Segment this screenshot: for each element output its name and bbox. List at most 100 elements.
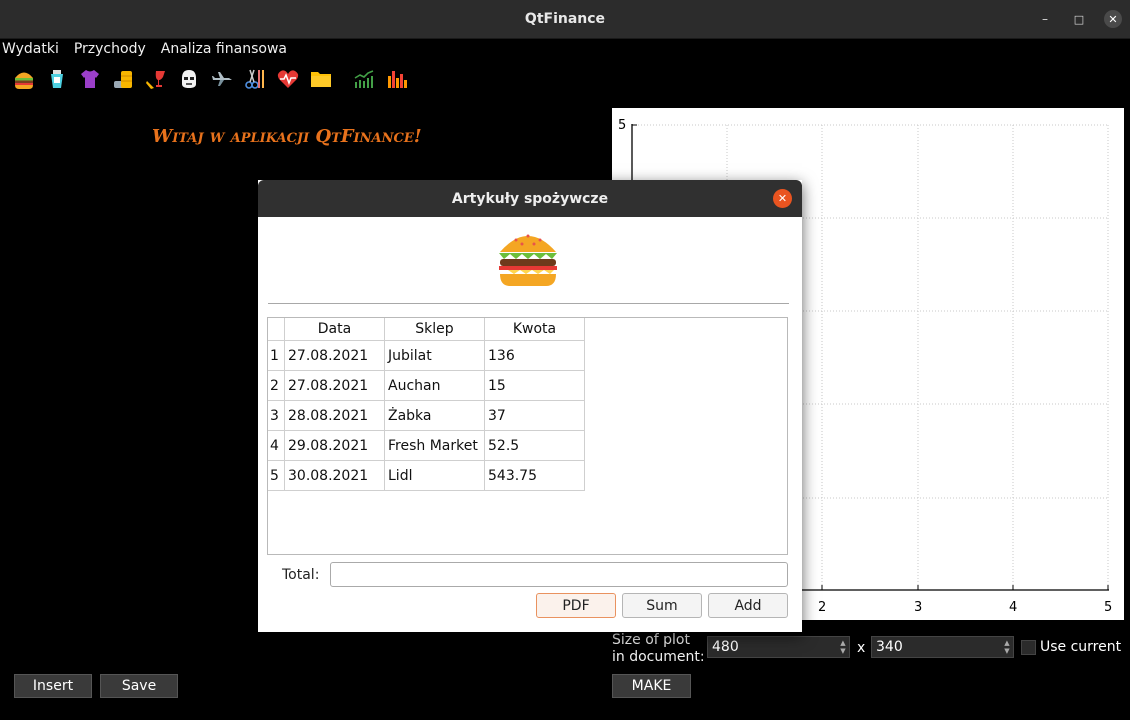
cell-date[interactable]: 28.08.2021 <box>284 400 385 431</box>
pdf-button[interactable]: PDF <box>536 593 616 618</box>
scissors-icon <box>245 69 264 89</box>
table-row[interactable]: 1 27.08.2021 Jubilat 136 <box>268 340 585 371</box>
toolbar-travel-button[interactable] <box>208 65 236 93</box>
menu-wydatki[interactable]: Wydatki <box>0 41 66 57</box>
make-button[interactable]: MAKE <box>612 674 691 698</box>
row-header[interactable]: 3 <box>268 400 285 431</box>
cell-date[interactable]: 27.08.2021 <box>284 340 385 371</box>
dialog-close-button[interactable]: ✕ <box>773 189 792 208</box>
folder-icon <box>311 72 331 87</box>
window-title: QtFinance <box>524 11 606 27</box>
table-row[interactable]: 5 30.08.2021 Lidl 543.75 <box>268 460 585 491</box>
row-header[interactable]: 4 <box>268 430 285 461</box>
tshirt-icon <box>81 70 99 88</box>
close-icon: ✕ <box>1104 10 1122 28</box>
use-current-label: Use current <box>1040 639 1122 655</box>
close-window-button[interactable]: ✕ <box>1096 0 1130 38</box>
plot-height-spinbox[interactable]: ▲▼ <box>871 636 1014 658</box>
spin-arrows-icon[interactable]: ▲ ▼ <box>837 639 849 655</box>
toolbar-hygiene-button[interactable] <box>43 65 71 93</box>
window-titlebar: QtFinance – □ ✕ <box>0 0 1130 39</box>
use-current-checkbox-row[interactable]: Use current <box>1021 639 1121 655</box>
toolbar-health-button[interactable] <box>274 65 302 93</box>
minimize-icon: – <box>1042 12 1048 26</box>
airplane-icon <box>212 72 232 86</box>
column-header-sklep[interactable]: Sklep <box>384 318 485 341</box>
sum-button[interactable]: Sum <box>622 593 702 618</box>
burger-icon <box>499 234 557 286</box>
cell-date[interactable]: 27.08.2021 <box>284 370 385 401</box>
row-header[interactable]: 1 <box>268 340 285 371</box>
dialog-titlebar: Artykuły spożywcze ✕ <box>258 180 802 217</box>
menu-analiza-finansowa[interactable]: Analiza finansowa <box>159 41 294 57</box>
total-field[interactable] <box>330 562 788 587</box>
minimize-button[interactable]: – <box>1028 0 1062 38</box>
row-header[interactable]: 5 <box>268 460 285 491</box>
spin-arrows-icon[interactable]: ▲ ▼ <box>1001 639 1013 655</box>
toolbar-entertainment-button[interactable] <box>142 65 170 93</box>
welcome-text: Witaj w aplikacji QtFinance! <box>152 126 422 147</box>
cell-amount[interactable]: 15 <box>484 370 585 401</box>
cell-amount[interactable]: 543.75 <box>484 460 585 491</box>
table-row[interactable]: 3 28.08.2021 Żabka 37 <box>268 400 585 431</box>
plot-width-input[interactable] <box>708 638 837 656</box>
save-button[interactable]: Save <box>100 674 178 698</box>
insert-button[interactable]: Insert <box>14 674 92 698</box>
toolbar-clothes-button[interactable] <box>76 65 104 93</box>
cell-shop[interactable]: Jubilat <box>384 340 485 371</box>
plot-height-input[interactable] <box>872 638 1001 656</box>
coins-icon <box>114 71 132 88</box>
cell-amount[interactable]: 37 <box>484 400 585 431</box>
plot-x-tick: 5 <box>1104 600 1112 615</box>
menubar: Wydatki Przychody Analiza finansowa <box>0 38 1130 60</box>
cell-date[interactable]: 29.08.2021 <box>284 430 385 461</box>
cell-amount[interactable]: 136 <box>484 340 585 371</box>
use-current-checkbox[interactable] <box>1021 639 1036 655</box>
toolbar-line-chart-button[interactable] <box>350 65 378 93</box>
plot-x-tick: 3 <box>914 600 922 615</box>
cell-shop[interactable]: Fresh Market <box>384 430 485 461</box>
cell-amount[interactable]: 52.5 <box>484 430 585 461</box>
plot-size-label-line1: Size of plot <box>612 632 690 648</box>
toolbar-bar-chart-button[interactable] <box>383 65 411 93</box>
maximize-icon: □ <box>1073 12 1085 26</box>
plot-size-label-line2: in document: <box>612 649 705 665</box>
window-controls: – □ ✕ <box>1028 0 1130 38</box>
toolbar <box>0 62 1130 96</box>
column-header-data[interactable]: Data <box>284 318 385 341</box>
line-chart-icon <box>354 70 374 88</box>
close-icon: ✕ <box>777 192 788 205</box>
plot-width-spinbox[interactable]: ▲▼ <box>707 636 850 658</box>
times-label: x <box>857 640 866 656</box>
maximize-button[interactable]: □ <box>1062 0 1096 38</box>
plot-x-tick: 4 <box>1009 600 1017 615</box>
heart-icon <box>277 70 299 88</box>
table-row[interactable]: 2 27.08.2021 Auchan 15 <box>268 370 585 401</box>
menu-przychody[interactable]: Przychody <box>72 41 153 57</box>
toothpaste-icon <box>51 70 63 88</box>
cell-shop[interactable]: Lidl <box>384 460 485 491</box>
toolbar-hobby-button[interactable] <box>175 65 203 93</box>
expenses-table[interactable]: Data Sklep Kwota 1 27.08.2021 Jubilat 13… <box>267 317 788 555</box>
toolbar-services-button[interactable] <box>241 65 269 93</box>
plot-x-tick: 2 <box>818 600 826 615</box>
groceries-dialog: Artykuły spożywcze ✕ Data Sklep Kwota 1 … <box>258 180 802 632</box>
total-label: Total: <box>282 567 320 583</box>
table-corner[interactable] <box>268 318 285 341</box>
expenses-grid: Data Sklep Kwota 1 27.08.2021 Jubilat 13… <box>268 318 585 491</box>
cell-shop[interactable]: Auchan <box>384 370 485 401</box>
cell-shop[interactable]: Żabka <box>384 400 485 431</box>
add-button[interactable]: Add <box>708 593 788 618</box>
toolbar-food-button[interactable] <box>10 65 38 93</box>
toolbar-other-button[interactable] <box>307 65 335 93</box>
table-header-row: Data Sklep Kwota <box>268 318 585 341</box>
column-header-kwota[interactable]: Kwota <box>484 318 585 341</box>
wine-icon <box>146 71 165 89</box>
toolbar-finance-button[interactable] <box>109 65 137 93</box>
stormtrooper-icon <box>182 70 196 88</box>
row-header[interactable]: 2 <box>268 370 285 401</box>
plot-size-label: Size of plot in document: <box>612 632 705 666</box>
table-row[interactable]: 4 29.08.2021 Fresh Market 52.5 <box>268 430 585 461</box>
dialog-separator <box>268 303 789 304</box>
cell-date[interactable]: 30.08.2021 <box>284 460 385 491</box>
